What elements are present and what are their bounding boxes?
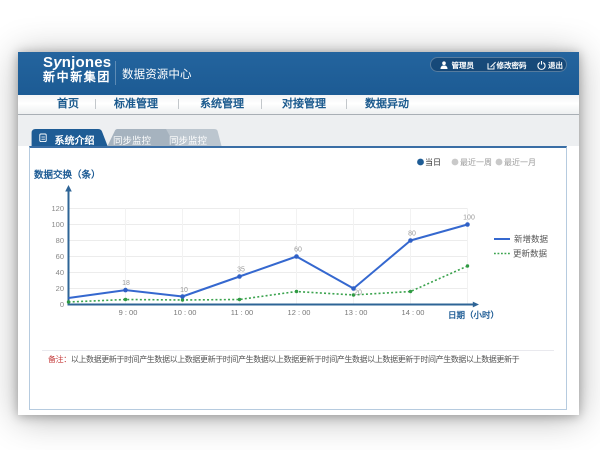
svg-text:10 : 00: 10 : 00 <box>174 308 197 317</box>
svg-text:0: 0 <box>60 300 64 309</box>
svg-text:9 : 00: 9 : 00 <box>119 308 138 317</box>
svg-text:日期（小时）: 日期（小时） <box>448 310 499 320</box>
svg-text:当日: 当日 <box>425 157 441 167</box>
svg-text:新增数据: 新增数据 <box>514 234 549 244</box>
svg-text:80: 80 <box>408 231 416 238</box>
svg-text:80: 80 <box>56 236 64 245</box>
svg-text:数据交换（条）: 数据交换（条） <box>33 169 101 181</box>
svg-text:60: 60 <box>294 247 302 254</box>
svg-text:20: 20 <box>354 290 362 297</box>
svg-text:18: 18 <box>122 280 130 287</box>
svg-text:13 : 00: 13 : 00 <box>345 308 368 317</box>
svg-text:14 : 00: 14 : 00 <box>402 308 425 317</box>
svg-text:100: 100 <box>463 215 475 222</box>
svg-text:最近一周: 最近一周 <box>460 157 492 167</box>
svg-text:35: 35 <box>237 267 245 274</box>
svg-text:最近一月: 最近一月 <box>504 157 536 167</box>
svg-text:120: 120 <box>51 204 64 213</box>
svg-text:100: 100 <box>51 220 64 229</box>
svg-text:20: 20 <box>56 284 64 293</box>
svg-text:11 : 00: 11 : 00 <box>231 308 253 317</box>
svg-text:60: 60 <box>56 252 64 261</box>
svg-text:12 : 00: 12 : 00 <box>288 308 311 317</box>
svg-text:40: 40 <box>56 268 64 277</box>
svg-text:更新数据: 更新数据 <box>513 249 548 259</box>
svg-text:10: 10 <box>180 287 188 294</box>
